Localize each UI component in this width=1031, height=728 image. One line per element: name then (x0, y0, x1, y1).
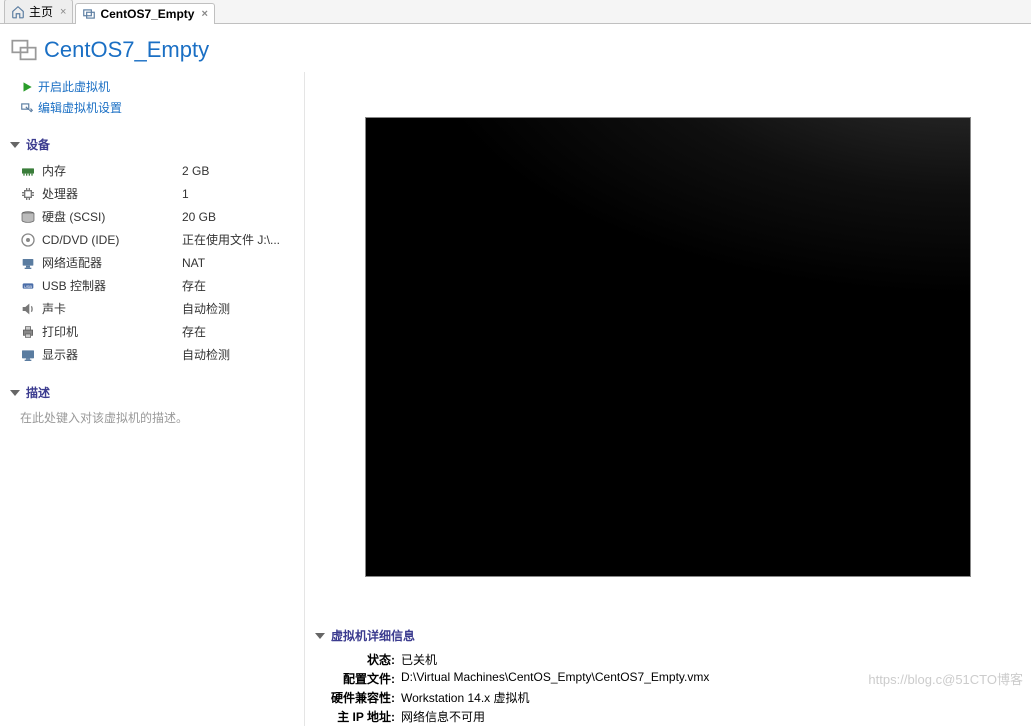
memory-icon (20, 163, 36, 179)
device-row-cpu[interactable]: 处理器 1 (10, 182, 298, 205)
section-title: 描述 (26, 384, 50, 401)
detail-value: D:\Virtual Machines\CentOS_Empty\CentOS7… (401, 670, 709, 687)
device-label: 显示器 (42, 346, 182, 363)
tab-label: 主页 (29, 3, 53, 20)
device-row-sound[interactable]: 声卡 自动检测 (10, 297, 298, 320)
device-value: 自动检测 (182, 346, 230, 363)
section-title: 设备 (26, 136, 50, 153)
detail-label: 状态: (315, 651, 395, 668)
device-value: 2 GB (182, 164, 209, 178)
edit-settings-link[interactable]: 编辑虚拟机设置 (20, 97, 298, 118)
network-icon (20, 255, 36, 271)
tabs-bar: 主页 × CentOS7_Empty × (0, 0, 1031, 24)
device-label: CD/DVD (IDE) (42, 233, 182, 247)
cd-icon (20, 232, 36, 248)
description-section-head[interactable]: 描述 (10, 384, 298, 401)
detail-value: 已关机 (401, 651, 437, 668)
device-value: 存在 (182, 277, 206, 294)
home-icon (11, 5, 25, 19)
detail-label: 硬件兼容性: (315, 689, 395, 706)
device-row-printer[interactable]: 打印机 存在 (10, 320, 298, 343)
vm-icon (82, 7, 96, 21)
device-row-memory[interactable]: 内存 2 GB (10, 159, 298, 182)
action-label: 编辑虚拟机设置 (38, 99, 122, 116)
detail-value: 网络信息不可用 (401, 708, 485, 725)
device-label: 硬盘 (SCSI) (42, 208, 182, 225)
preview-area (305, 72, 1031, 619)
device-label: 声卡 (42, 300, 182, 317)
device-label: USB 控制器 (42, 277, 182, 294)
tab-home[interactable]: 主页 × (4, 0, 73, 23)
action-label: 开启此虚拟机 (38, 78, 110, 95)
play-icon (20, 80, 34, 94)
settings-icon (20, 101, 34, 115)
device-label: 网络适配器 (42, 254, 182, 271)
disk-icon (20, 209, 36, 225)
device-value: NAT (182, 256, 205, 270)
power-on-link[interactable]: 开启此虚拟机 (20, 76, 298, 97)
vm-header: CentOS7_Empty (0, 24, 1031, 72)
main-panel: 虚拟机详细信息 状态: 已关机 配置文件: D:\Virtual Machine… (305, 72, 1031, 726)
description-placeholder[interactable]: 在此处键入对该虚拟机的描述。 (10, 407, 298, 426)
section-title: 虚拟机详细信息 (331, 627, 415, 644)
detail-state: 状态: 已关机 (315, 650, 1031, 669)
svg-text:USB: USB (24, 284, 33, 289)
devices-section-head[interactable]: 设备 (10, 136, 298, 153)
tab-label: CentOS7_Empty (100, 7, 194, 21)
vm-title: CentOS7_Empty (44, 37, 209, 63)
detail-label: 主 IP 地址: (315, 708, 395, 725)
close-icon[interactable]: × (60, 6, 66, 18)
device-label: 处理器 (42, 185, 182, 202)
vm-header-icon (10, 36, 38, 64)
device-value: 自动检测 (182, 300, 230, 317)
device-value: 20 GB (182, 210, 216, 224)
device-label: 内存 (42, 162, 182, 179)
device-value: 正在使用文件 J:\... (182, 231, 280, 248)
cpu-icon (20, 186, 36, 202)
details-section-head[interactable]: 虚拟机详细信息 (315, 627, 1031, 644)
device-row-network[interactable]: 网络适配器 NAT (10, 251, 298, 274)
device-value: 1 (182, 187, 189, 201)
sound-icon (20, 301, 36, 317)
tab-vm[interactable]: CentOS7_Empty × (75, 3, 214, 24)
device-row-disk[interactable]: 硬盘 (SCSI) 20 GB (10, 205, 298, 228)
device-row-cd[interactable]: CD/DVD (IDE) 正在使用文件 J:\... (10, 228, 298, 251)
chevron-down-icon (315, 633, 325, 639)
close-icon[interactable]: × (201, 8, 207, 20)
vm-screen-preview[interactable] (365, 117, 971, 577)
usb-icon: USB (20, 278, 36, 294)
detail-label: 配置文件: (315, 670, 395, 687)
sidebar: 开启此虚拟机 编辑虚拟机设置 设备 内存 2 GB 处理器 1 硬盘 (SCSI… (0, 72, 305, 726)
chevron-down-icon (10, 142, 20, 148)
device-label: 打印机 (42, 323, 182, 340)
printer-icon (20, 324, 36, 340)
device-row-display[interactable]: 显示器 自动检测 (10, 343, 298, 366)
detail-compat: 硬件兼容性: Workstation 14.x 虚拟机 (315, 688, 1031, 707)
watermark: https://blog.c@51CTO博客 (868, 669, 1023, 688)
display-icon (20, 347, 36, 363)
detail-value: Workstation 14.x 虚拟机 (401, 689, 530, 706)
device-value: 存在 (182, 323, 206, 340)
chevron-down-icon (10, 390, 20, 396)
device-row-usb[interactable]: USB USB 控制器 存在 (10, 274, 298, 297)
detail-ip: 主 IP 地址: 网络信息不可用 (315, 707, 1031, 726)
